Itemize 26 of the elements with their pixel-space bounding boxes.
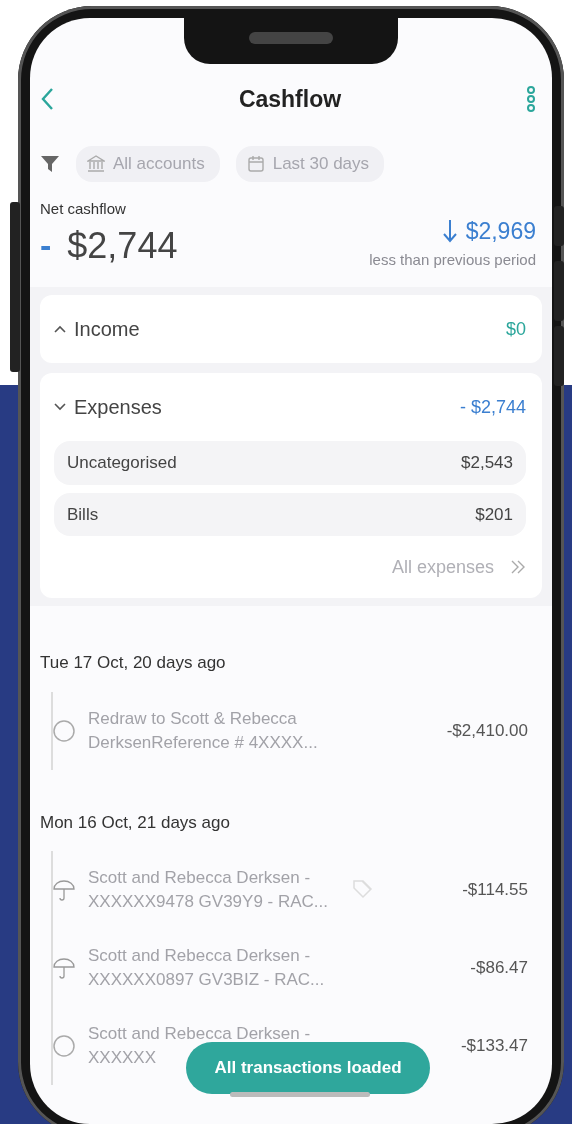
section-amount: - $2,744 <box>459 395 526 419</box>
change-note: less than previous period <box>369 249 536 270</box>
date-heading: Mon 16 Oct, 21 days ago <box>40 811 231 834</box>
section-amount: $0 <box>505 317 526 341</box>
category-amount: $201 <box>475 503 513 526</box>
description-line: XXXXXX <box>88 1047 157 1069</box>
change-value: $2,969 <box>465 217 536 246</box>
description-line: Scott and Rebecca Derksen - <box>88 1023 311 1045</box>
category-amount: $2,543 <box>461 452 513 474</box>
description-line: DerksenReference # 4XXXX... <box>88 731 318 754</box>
description-line: XXXXXX9478 GV39Y9 - RAC... <box>88 891 328 913</box>
transaction-amount: -$114.55 <box>462 879 528 902</box>
category-name: Uncategorised <box>67 452 177 474</box>
transaction-amount: -$2,410.00 <box>446 719 528 742</box>
screen-title: Cashflow <box>238 84 342 114</box>
transaction-amount: -$133.47 <box>460 1035 528 1058</box>
category-name: Bills <box>67 503 99 526</box>
minus-sign: - <box>40 225 52 266</box>
description-line: Scott and Rebecca Derksen - <box>88 867 311 889</box>
transaction-amount: -$86.47 <box>470 957 528 980</box>
description-line: XXXXXX0897 GV3BIZ - RAC... <box>88 969 325 991</box>
date-heading: Tue 17 Oct, 20 days ago <box>40 652 227 674</box>
summary-label: Net cashflow <box>40 198 127 219</box>
description-line: Redraw to Scott & Rebecca <box>88 707 297 730</box>
description-line: Scott and Rebecca Derksen - <box>88 945 311 967</box>
net-value: $2,744 <box>67 227 178 264</box>
